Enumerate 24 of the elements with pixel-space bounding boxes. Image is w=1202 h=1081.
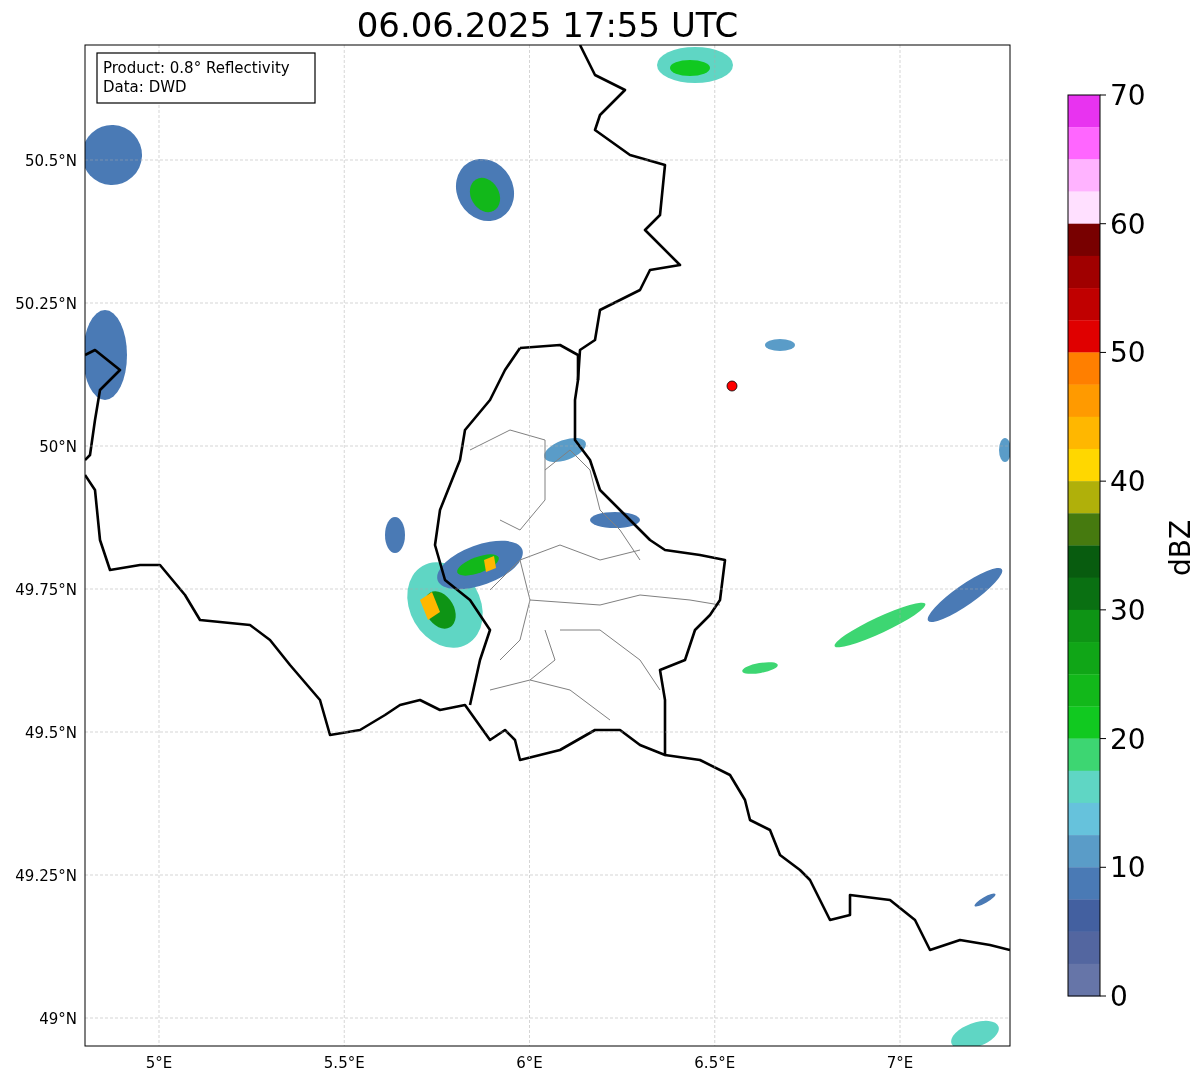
colorbar-tick-label: 50 (1110, 336, 1146, 370)
axis-tick-label: 7°E (886, 1054, 914, 1072)
colorbar-tick-label: 0 (1110, 980, 1128, 1013)
axis-tick-label: 49.5°N (24, 724, 77, 742)
chart-title: 06.06.2025 17:55 UTC (356, 5, 739, 45)
axis-tick-label: 49.75°N (15, 581, 77, 599)
axis-tick-label: 50.5°N (24, 152, 77, 170)
info-text: Product: 0.8° Reflectivity (103, 59, 290, 77)
info-text: Data: DWD (103, 78, 187, 96)
axis-tick-label: 50°N (39, 438, 77, 456)
colorbar-tick-label: 20 (1110, 722, 1146, 756)
axis-tick-label: 6°E (516, 1054, 543, 1072)
colorbar-tick-label: 40 (1110, 465, 1146, 499)
axis-tick-label: 6.5°E (694, 1054, 736, 1072)
colorbar-tick-label: 60 (1110, 207, 1146, 241)
colorbar-tick-label: 30 (1110, 593, 1146, 627)
axis-tick-label: 49.25°N (15, 867, 77, 885)
colorbar-tick-label: 70 (1110, 79, 1146, 112)
axis-tick-label: 5.5°E (323, 1054, 365, 1072)
colorbar-label: dBZ (1164, 519, 1197, 577)
axis-tick-label: 5°E (145, 1054, 173, 1072)
axis-tick-label: 50.25°N (15, 295, 77, 313)
axis-tick-label: 49°N (39, 1010, 77, 1028)
colorbar-tick-label: 10 (1110, 851, 1146, 885)
